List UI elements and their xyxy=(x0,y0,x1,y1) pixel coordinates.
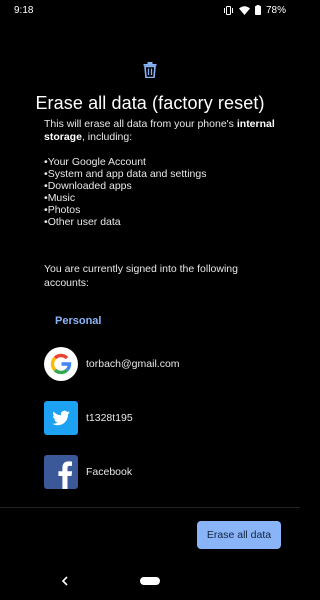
divider xyxy=(0,507,300,508)
vibrate-icon xyxy=(223,5,233,15)
list-item: Music xyxy=(44,192,284,204)
list-item: Photos xyxy=(44,204,284,216)
navigation-bar xyxy=(0,570,300,600)
battery-icon xyxy=(254,5,261,15)
account-row-twitter: t1328t195 xyxy=(44,401,133,435)
intro-text: This will erase all data from your phone… xyxy=(44,118,284,144)
erase-items-list: Your Google Account System and app data … xyxy=(44,156,284,228)
status-bar: 9:18 78% xyxy=(0,0,300,20)
twitter-icon xyxy=(44,401,78,435)
back-icon[interactable] xyxy=(61,576,69,586)
list-item: Downloaded apps xyxy=(44,180,284,192)
battery-percent: 78% xyxy=(265,4,286,16)
delete-icon xyxy=(143,62,157,78)
status-time: 9:18 xyxy=(14,4,34,16)
account-name: t1328t195 xyxy=(86,412,133,424)
signed-in-text: You are currently signed into the follow… xyxy=(44,263,238,289)
wifi-icon xyxy=(238,5,250,15)
google-icon xyxy=(44,347,78,381)
list-item: Your Google Account xyxy=(44,156,284,168)
facebook-icon xyxy=(44,455,78,489)
account-row-facebook: Facebook xyxy=(44,455,132,489)
list-item: System and app data and settings xyxy=(44,168,284,180)
account-name: torbach@gmail.com xyxy=(86,358,180,370)
dialog-title: Erase all data (factory reset) xyxy=(35,93,265,113)
intro-prefix: This will erase all data from your phone… xyxy=(44,118,234,130)
intro-suffix: , including: xyxy=(81,131,133,143)
account-row-google: torbach@gmail.com xyxy=(44,347,180,381)
status-icons: 78% xyxy=(223,5,286,16)
account-name: Facebook xyxy=(86,466,133,478)
erase-all-data-button[interactable]: Erase all data xyxy=(197,521,281,549)
section-label-personal: Personal xyxy=(55,315,102,327)
list-item: Other user data xyxy=(44,216,284,228)
home-button[interactable] xyxy=(140,577,160,585)
